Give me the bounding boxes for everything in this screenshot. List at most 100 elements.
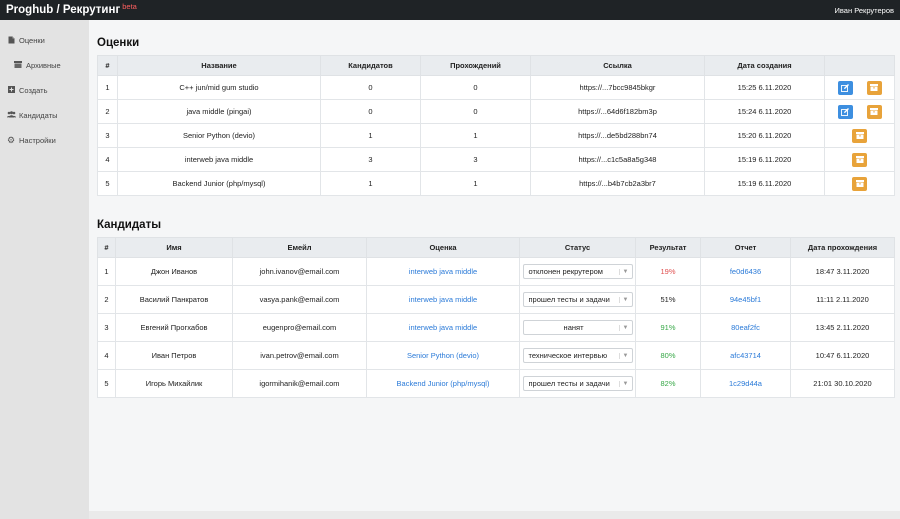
pass-date: 13:45 2.11.2020 [790, 313, 895, 342]
assessment-link[interactable]: https://...b4b7cb2a3br7 [530, 171, 705, 196]
status-value: прошел тесты и задачи [528, 379, 610, 388]
assessment-name: Backend Junior (php/mysql) [117, 171, 321, 196]
status-select[interactable]: прошел тесты и задачи ▼ [522, 376, 633, 391]
table-row: 5 Игорь Михайлик igormihanik@email.com B… [97, 369, 895, 398]
row-number: 1 [97, 75, 118, 100]
row-number: 2 [97, 285, 116, 314]
archive-button[interactable] [866, 80, 882, 95]
status-select[interactable]: нанят ▼ [522, 320, 633, 335]
column-header: # [97, 237, 116, 258]
assessment-link[interactable]: interweb java middle [366, 313, 520, 342]
assessment-link[interactable]: interweb java middle [366, 257, 520, 286]
sidebar-item-settings[interactable]: ⚙ Настройки [0, 128, 89, 153]
pass-count: 0 [420, 75, 531, 100]
status-select[interactable]: прошел тесты и задачи ▼ [522, 292, 633, 307]
archive-button[interactable] [852, 152, 867, 167]
chevron-down-icon: ▼ [618, 296, 629, 303]
column-header: Статус [519, 237, 636, 258]
sidebar-item-label: Настройки [19, 136, 56, 145]
app-title[interactable]: Proghub / Рекрутинг [6, 4, 120, 16]
assessment-link[interactable]: https://...de5bd288bn74 [530, 123, 705, 148]
status-select[interactable]: отклонен рекрутером ▼ [522, 264, 633, 279]
table-header-row: # Название Кандидатов Прохождений Ссылка… [97, 55, 895, 76]
result-value: 51% [635, 285, 701, 314]
created-date: 15:19 6.11.2020 [704, 171, 825, 196]
archive-button[interactable] [852, 176, 867, 191]
report-link[interactable]: 94e45bf1 [700, 285, 791, 314]
row-number: 4 [97, 341, 116, 370]
table-row: 1 Джон Иванов john.ivanov@email.com inte… [97, 257, 895, 286]
row-actions [824, 123, 895, 148]
report-link[interactable]: 1c29d44a [700, 369, 791, 398]
chevron-down-icon: ▼ [618, 268, 629, 275]
main-content: Оценки # Название Кандидатов Прохождений… [89, 20, 900, 511]
assessment-link[interactable]: https://...c1c5a8a5g348 [530, 147, 705, 172]
result-value: 19% [635, 257, 701, 286]
sidebar-item-label: Архивные [26, 61, 61, 70]
candidate-name: Евгений Прогхабов [115, 313, 233, 342]
edit-button[interactable] [837, 104, 853, 119]
assessment-link[interactable]: https://...7bcc9845bkgr [530, 75, 705, 100]
user-name[interactable]: Иван Рекрутеров [835, 6, 895, 15]
table-row: 3 Евгений Прогхабов eugenpro@email.com i… [97, 313, 895, 342]
assessment-link[interactable]: interweb java middle [366, 285, 520, 314]
candidates-table: # Имя Емейл Оценка Статус Результат Отче… [97, 237, 895, 398]
candidate-email: eugenpro@email.com [232, 313, 367, 342]
chevron-down-icon: ▼ [618, 380, 629, 387]
column-header: Емейл [232, 237, 367, 258]
created-date: 15:19 6.11.2020 [704, 147, 825, 172]
column-header: Дата прохождения [790, 237, 895, 258]
report-link[interactable]: fe0d6436 [700, 257, 791, 286]
archive-icon [855, 132, 864, 139]
report-link[interactable]: afc43714 [700, 341, 791, 370]
edit-button[interactable] [837, 80, 853, 95]
assessments-title: Оценки [97, 37, 140, 49]
assessment-link[interactable]: Senior Python (devio) [366, 341, 520, 370]
assessment-name: interweb java middle [117, 147, 321, 172]
sidebar-item-label: Создать [19, 86, 48, 95]
app-brand[interactable]: Proghub / Рекрутинг beta [6, 2, 137, 16]
result-value: 80% [635, 341, 701, 370]
pass-count: 0 [420, 99, 531, 124]
status-value: прошел тесты и задачи [528, 295, 610, 304]
sidebar-item-candidates[interactable]: Кандидаты [0, 103, 89, 128]
assessment-link[interactable]: Backend Junior (php/mysql) [366, 369, 520, 398]
archive-button[interactable] [866, 104, 882, 119]
candidate-count: 1 [320, 123, 421, 148]
status-select[interactable]: техническое интервью ▼ [522, 348, 633, 363]
candidate-email: ivan.petrov@email.com [232, 341, 367, 370]
row-number: 5 [97, 171, 118, 196]
sidebar-item-create[interactable]: Создать [0, 78, 89, 103]
table-header-row: # Имя Емейл Оценка Статус Результат Отче… [97, 237, 895, 258]
candidate-name: Игорь Михайлик [115, 369, 233, 398]
candidate-name: Иван Петров [115, 341, 233, 370]
table-row: 2 Василий Панкратов vasya.pank@email.com… [97, 285, 895, 314]
status-value: нанят [563, 323, 584, 332]
row-number: 1 [97, 257, 116, 286]
status-cell: отклонен рекрутером ▼ [519, 257, 636, 286]
plus-box-icon [6, 86, 16, 95]
assessment-name: C++ jun/mid gum studio [117, 75, 321, 100]
candidate-name: Джон Иванов [115, 257, 233, 286]
archive-button[interactable] [852, 128, 867, 143]
edit-icon [841, 83, 849, 92]
users-icon [6, 111, 16, 120]
row-actions [824, 99, 895, 124]
status-cell: прошел тесты и задачи ▼ [519, 369, 636, 398]
row-number: 5 [97, 369, 116, 398]
sidebar-item-label: Оценки [19, 36, 45, 45]
row-number: 4 [97, 147, 118, 172]
archive-icon [855, 156, 864, 163]
edit-icon [841, 107, 849, 116]
assessment-link[interactable]: https://...64d6f182bm3p [530, 99, 705, 124]
table-row: 3 Senior Python (devio) 1 1 https://...d… [97, 123, 895, 148]
assessment-name: Senior Python (devio) [117, 123, 321, 148]
created-date: 15:20 6.11.2020 [704, 123, 825, 148]
gear-icon: ⚙ [6, 135, 16, 145]
sidebar-item-assessments[interactable]: Оценки [0, 28, 89, 53]
candidate-count: 0 [320, 75, 421, 100]
sidebar-item-archived[interactable]: Архивные [0, 53, 89, 78]
column-header: Прохождений [420, 55, 531, 76]
report-link[interactable]: 80eaf2fc [700, 313, 791, 342]
column-header: Название [117, 55, 321, 76]
